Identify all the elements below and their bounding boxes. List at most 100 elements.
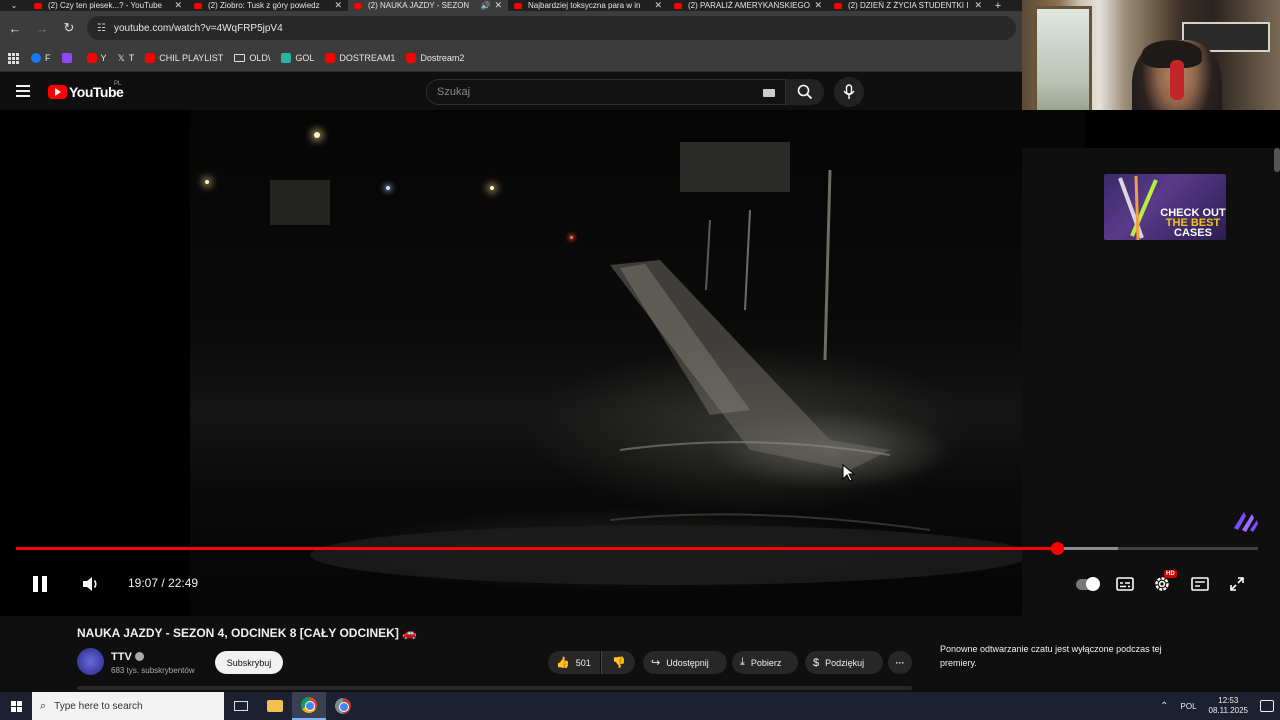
app-button[interactable] <box>326 692 360 720</box>
more-actions-button[interactable]: ··· <box>888 651 912 674</box>
ad-text: CHECK OUT THE BEST CASES <box>1160 208 1226 239</box>
thumbs-down-icon: 👎 <box>612 657 626 669</box>
new-tab-button[interactable]: + <box>988 0 1008 12</box>
bookmark-label: DOSTREAM1 <box>339 53 396 63</box>
forward-arrow-icon[interactable]: → <box>30 16 54 40</box>
menu-icon[interactable] <box>16 85 30 97</box>
tab-2[interactable]: (2) Ziobro: Tusk z góry powiedz ✕ <box>188 0 348 11</box>
bookmark-dostream2[interactable]: Dostream2 <box>406 53 464 63</box>
chevron-up-icon[interactable]: ⌃ <box>1160 701 1168 712</box>
autoplay-toggle[interactable] <box>1074 566 1100 602</box>
notification-icon[interactable] <box>1260 700 1274 712</box>
close-icon[interactable]: ✕ <box>334 0 342 11</box>
close-icon[interactable]: ✕ <box>974 0 982 11</box>
task-view-button[interactable] <box>224 692 258 720</box>
ad-banner[interactable]: CHECK OUT THE BEST CASES <box>1104 174 1226 240</box>
street-light <box>386 186 390 190</box>
channel-avatar[interactable] <box>77 648 104 675</box>
tab-4[interactable]: Najbardziej toksyczna para w in ✕ <box>508 0 668 11</box>
address-bar[interactable]: ☷ youtube.com/watch?v=4WqFRP5jpV4 <box>87 16 1016 40</box>
x-icon: 𝕏 <box>117 52 125 63</box>
clock-date: 08.11.2025 <box>1208 706 1248 715</box>
keyboard-icon[interactable] <box>763 89 775 97</box>
tab-label: (2) PARALIŻ AMERYKAŃSKIEGO <box>688 1 810 10</box>
channel-name[interactable]: TTV <box>111 651 132 663</box>
page-scrollbar[interactable] <box>1274 148 1280 172</box>
time-display: 19:07 / 22:49 <box>128 576 199 590</box>
download-button[interactable]: ⤓ Pobierz <box>732 651 798 674</box>
tab-3-active[interactable]: (2) NAUKA JAZDY - SEZON 🔊 ✕ <box>348 0 508 11</box>
video-title: NAUKA JAZDY - SEZON 4, ODCINEK 8 [CAŁY O… <box>77 626 418 640</box>
bookmark-y[interactable]: Y <box>86 53 107 63</box>
tab-strip: ⌄ (2) Czy ten piesek...? - YouTube ✕ (2)… <box>0 0 1022 12</box>
close-icon[interactable]: ✕ <box>654 0 662 11</box>
download-icon: ⤓ <box>740 656 745 668</box>
street-light <box>570 236 573 239</box>
pause-button[interactable] <box>26 566 54 602</box>
tab-search-icon[interactable]: ⌄ <box>0 0 28 11</box>
video-info-section: NAUKA JAZDY - SEZON 4, ODCINEK 8 [CAŁY O… <box>0 616 1280 692</box>
search-button[interactable] <box>786 79 824 105</box>
like-button[interactable]: 👍 501 <box>548 651 600 674</box>
super-thanks-icon: $ <box>813 656 820 669</box>
system-tray: ⌃ POL 12:53 08.11.2025 <box>1160 692 1280 720</box>
file-explorer-button[interactable] <box>258 692 292 720</box>
bookmarks-bar: F Y 𝕏T CHIL PLAYLIST OLD\ GOL DOSTREAM1 … <box>0 45 1022 72</box>
bookmark-t[interactable]: 𝕏T <box>118 53 135 64</box>
thanks-button[interactable]: $ Podziękuj <box>805 651 883 674</box>
scrubber-handle[interactable] <box>1050 542 1064 555</box>
street-light <box>490 186 494 190</box>
bookmark-gol[interactable]: GOL <box>281 53 314 63</box>
chrome-button[interactable] <box>292 692 326 720</box>
site-info-icon[interactable]: ☷ <box>97 23 106 34</box>
youtube-logo[interactable]: YouTube PL <box>48 81 124 100</box>
bookmark-label: OLD\ <box>249 53 271 63</box>
tab-6[interactable]: (2) DZIEŃ Z ŻYCIA STUDENTKI I ✕ <box>828 0 988 11</box>
volume-button[interactable] <box>78 566 104 602</box>
url-text: youtube.com/watch?v=4WqFRP5jpV4 <box>113 22 283 34</box>
tab-5[interactable]: (2) PARALIŻ AMERYKAŃSKIEGO ✕ <box>668 0 828 11</box>
share-button[interactable]: ↪ Udostępnij <box>643 651 727 674</box>
bookmark-dostream1[interactable]: DOSTREAM1 <box>325 53 395 63</box>
search-icon: ⌕ <box>40 699 47 712</box>
apps-grid-icon[interactable] <box>8 52 19 64</box>
tab-label: (2) Ziobro: Tusk z góry powiedz <box>208 1 320 10</box>
bookmark-label: Dostream2 <box>420 53 465 63</box>
chat-replay-notice: Ponowne odtwarzanie czatu jest wyłączone… <box>940 644 1162 668</box>
miniplayer-button[interactable] <box>1187 566 1213 602</box>
search-box <box>426 79 786 105</box>
taskbar-search[interactable]: ⌕ Type here to search <box>32 692 224 720</box>
fullscreen-button[interactable] <box>1224 566 1250 602</box>
voice-search-button[interactable] <box>834 77 864 107</box>
street-light <box>205 180 209 184</box>
reload-icon[interactable]: ↻ <box>57 16 81 40</box>
clock[interactable]: 12:53 08.11.2025 <box>1209 696 1248 716</box>
tab-1[interactable]: (2) Czy ten piesek...? - YouTube ✕ <box>28 0 188 11</box>
start-button[interactable] <box>0 692 32 720</box>
windows-taskbar: ⌕ Type here to search ⌃ POL 12:53 08.11.… <box>0 692 1280 720</box>
bookmark-twitch[interactable] <box>61 53 76 63</box>
subscribe-button[interactable]: Subskrybuj <box>215 651 283 674</box>
close-icon[interactable]: ✕ <box>174 0 182 11</box>
bookmark-label: T <box>128 53 135 63</box>
back-arrow-icon[interactable]: ← <box>3 16 27 40</box>
bookmark-chil-playlist[interactable]: CHIL PLAYLIST <box>145 53 223 63</box>
subtitles-button[interactable] <box>1112 566 1138 602</box>
dislike-button[interactable]: 👎 <box>601 651 635 674</box>
subscriber-count: 683 tys. subskrybentów <box>111 666 195 675</box>
description-box-edge <box>77 686 912 690</box>
bookmark-f[interactable]: F <box>31 53 51 63</box>
close-icon[interactable]: ✕ <box>814 0 822 11</box>
close-icon[interactable]: ✕ <box>494 0 502 11</box>
youtube-icon <box>325 53 336 63</box>
search-input[interactable] <box>437 86 757 98</box>
youtube-favicon-icon <box>834 2 842 9</box>
youtube-favicon-icon <box>354 2 362 9</box>
like-count: 501 <box>575 657 591 668</box>
share-icon: ↪ <box>651 657 661 669</box>
bookmark-old-folder[interactable]: OLD\ <box>234 53 270 63</box>
speaker-icon[interactable]: 🔊 <box>480 1 490 10</box>
bookmark-label: GOL <box>295 53 315 63</box>
language-indicator[interactable]: POL <box>1181 702 1197 711</box>
progress-bar[interactable] <box>16 542 1258 555</box>
